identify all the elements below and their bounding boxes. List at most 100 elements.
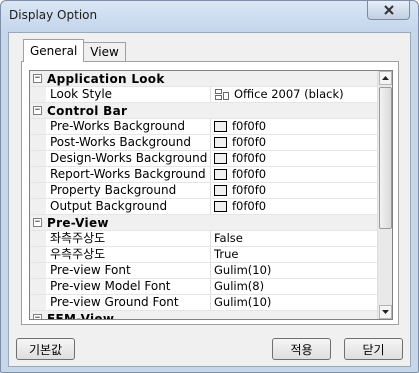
- row-gutter: [30, 231, 46, 246]
- property-value-text: f0f0f0: [232, 167, 267, 181]
- property-value[interactable]: f0f0f0: [211, 135, 379, 150]
- property-value-text: f0f0f0: [232, 151, 267, 165]
- scroll-up-button[interactable]: [379, 71, 392, 85]
- layout-style-icon: [214, 88, 230, 101]
- property-row[interactable]: Look Style Office 2007 (black): [30, 87, 379, 103]
- minus-box-icon[interactable]: −: [33, 106, 42, 115]
- property-value-text: f0f0f0: [232, 199, 267, 213]
- property-row[interactable]: Output Background f0f0f0: [30, 199, 379, 215]
- property-row[interactable]: Property Background f0f0f0: [30, 183, 379, 199]
- apply-button[interactable]: 적용: [272, 338, 331, 360]
- property-rows: − Application Look Look Style Office 2007 (…: [30, 71, 379, 320]
- category-header[interactable]: − Pre-View: [30, 215, 379, 231]
- property-name[interactable]: Pre-view Font: [46, 263, 211, 278]
- category-header[interactable]: − Application Look: [30, 71, 379, 87]
- property-grid: − Application Look Look Style Office 2007 (…: [29, 70, 393, 320]
- property-row[interactable]: Pre-view Model Font Gulim(8): [30, 279, 379, 295]
- property-value-text: f0f0f0: [232, 135, 267, 149]
- property-value[interactable]: f0f0f0: [211, 167, 379, 182]
- color-swatch: [214, 153, 227, 164]
- property-value[interactable]: Gulim(10): [211, 263, 379, 278]
- default-button[interactable]: 기본값: [16, 338, 75, 360]
- property-name[interactable]: Report-Works Background: [46, 167, 211, 182]
- color-swatch: [214, 121, 227, 132]
- property-value-text: False: [214, 231, 243, 245]
- category-label: Pre-View: [47, 215, 109, 230]
- category-label: Application Look: [47, 71, 165, 86]
- property-value-text: Gulim(10): [214, 263, 272, 277]
- category-label: FEM-View: [47, 311, 115, 320]
- arrow-up-icon: [382, 76, 389, 80]
- property-row[interactable]: 우측주상도 True: [30, 247, 379, 263]
- category-header[interactable]: − FEM-View: [30, 311, 379, 320]
- close-window-button[interactable]: [367, 1, 410, 20]
- property-value[interactable]: f0f0f0: [211, 119, 379, 134]
- property-row[interactable]: Pre-Works Background f0f0f0: [30, 119, 379, 135]
- row-gutter: [30, 183, 46, 198]
- row-gutter: [30, 87, 46, 102]
- tab-view[interactable]: View: [83, 42, 126, 62]
- property-name[interactable]: Output Background: [46, 199, 211, 214]
- category-label: Control Bar: [47, 103, 128, 118]
- property-name[interactable]: Design-Works Background: [46, 151, 211, 166]
- arrow-down-icon: [382, 310, 389, 314]
- minus-box-icon[interactable]: −: [33, 314, 42, 319]
- tab-general[interactable]: General: [23, 39, 85, 62]
- color-swatch: [214, 185, 227, 196]
- property-name[interactable]: Pre-view Model Font: [46, 279, 211, 294]
- dialog-window: Display Option General View − Application…: [0, 0, 419, 373]
- property-row[interactable]: Report-Works Background f0f0f0: [30, 167, 379, 183]
- minus-box-icon[interactable]: −: [33, 218, 42, 227]
- property-value[interactable]: f0f0f0: [211, 183, 379, 198]
- property-value-text: Gulim(8): [214, 279, 265, 293]
- property-value-text: Office 2007 (black): [234, 87, 344, 101]
- property-row[interactable]: 좌측주상도 False: [30, 231, 379, 247]
- property-value-text: f0f0f0: [232, 119, 267, 133]
- property-name[interactable]: Property Background: [46, 183, 211, 198]
- row-gutter: [30, 295, 46, 310]
- category-header[interactable]: − Control Bar: [30, 103, 379, 119]
- tab-strip: General View: [23, 39, 126, 62]
- row-gutter: [30, 279, 46, 294]
- property-value[interactable]: f0f0f0: [211, 199, 379, 214]
- general-tab-panel: − Application Look Look Style Office 2007 (…: [21, 61, 399, 325]
- title-bar[interactable]: Display Option: [1, 1, 418, 31]
- property-row[interactable]: Pre-view Ground Font Gulim(10): [30, 295, 379, 311]
- color-swatch: [214, 169, 227, 180]
- row-gutter: [30, 247, 46, 262]
- vertical-scrollbar[interactable]: [377, 71, 392, 319]
- property-name[interactable]: 좌측주상도: [46, 231, 211, 246]
- minus-box-icon[interactable]: −: [33, 74, 42, 83]
- row-gutter: [30, 135, 46, 150]
- property-name[interactable]: 우측주상도: [46, 247, 211, 262]
- property-name[interactable]: Pre-Works Background: [46, 119, 211, 134]
- scroll-down-button[interactable]: [379, 305, 392, 319]
- row-gutter: [30, 263, 46, 278]
- property-value[interactable]: Office 2007 (black): [211, 87, 379, 102]
- window-title: Display Option: [9, 8, 98, 22]
- property-row[interactable]: Post-Works Background f0f0f0: [30, 135, 379, 151]
- property-value-text: Gulim(10): [214, 295, 272, 309]
- property-value[interactable]: Gulim(8): [211, 279, 379, 294]
- row-gutter: [30, 151, 46, 166]
- property-row[interactable]: Pre-view Font Gulim(10): [30, 263, 379, 279]
- property-value[interactable]: False: [211, 231, 379, 246]
- row-gutter: [30, 119, 46, 134]
- property-name[interactable]: Pre-view Ground Font: [46, 295, 211, 310]
- row-gutter: [30, 167, 46, 182]
- color-swatch: [214, 137, 227, 148]
- property-value-text: f0f0f0: [232, 183, 267, 197]
- property-row[interactable]: Design-Works Background f0f0f0: [30, 151, 379, 167]
- scrollbar-thumb[interactable]: [379, 87, 392, 229]
- property-value[interactable]: Gulim(10): [211, 295, 379, 310]
- dialog-client-area: General View − Application Look Look Style…: [8, 32, 411, 367]
- property-name[interactable]: Look Style: [46, 87, 211, 102]
- close-button[interactable]: 닫기: [344, 338, 403, 360]
- property-value[interactable]: f0f0f0: [211, 151, 379, 166]
- row-gutter: [30, 199, 46, 214]
- property-name[interactable]: Post-Works Background: [46, 135, 211, 150]
- close-icon: [383, 5, 394, 15]
- color-swatch: [214, 201, 227, 212]
- property-value-text: True: [214, 247, 239, 261]
- property-value[interactable]: True: [211, 247, 379, 262]
